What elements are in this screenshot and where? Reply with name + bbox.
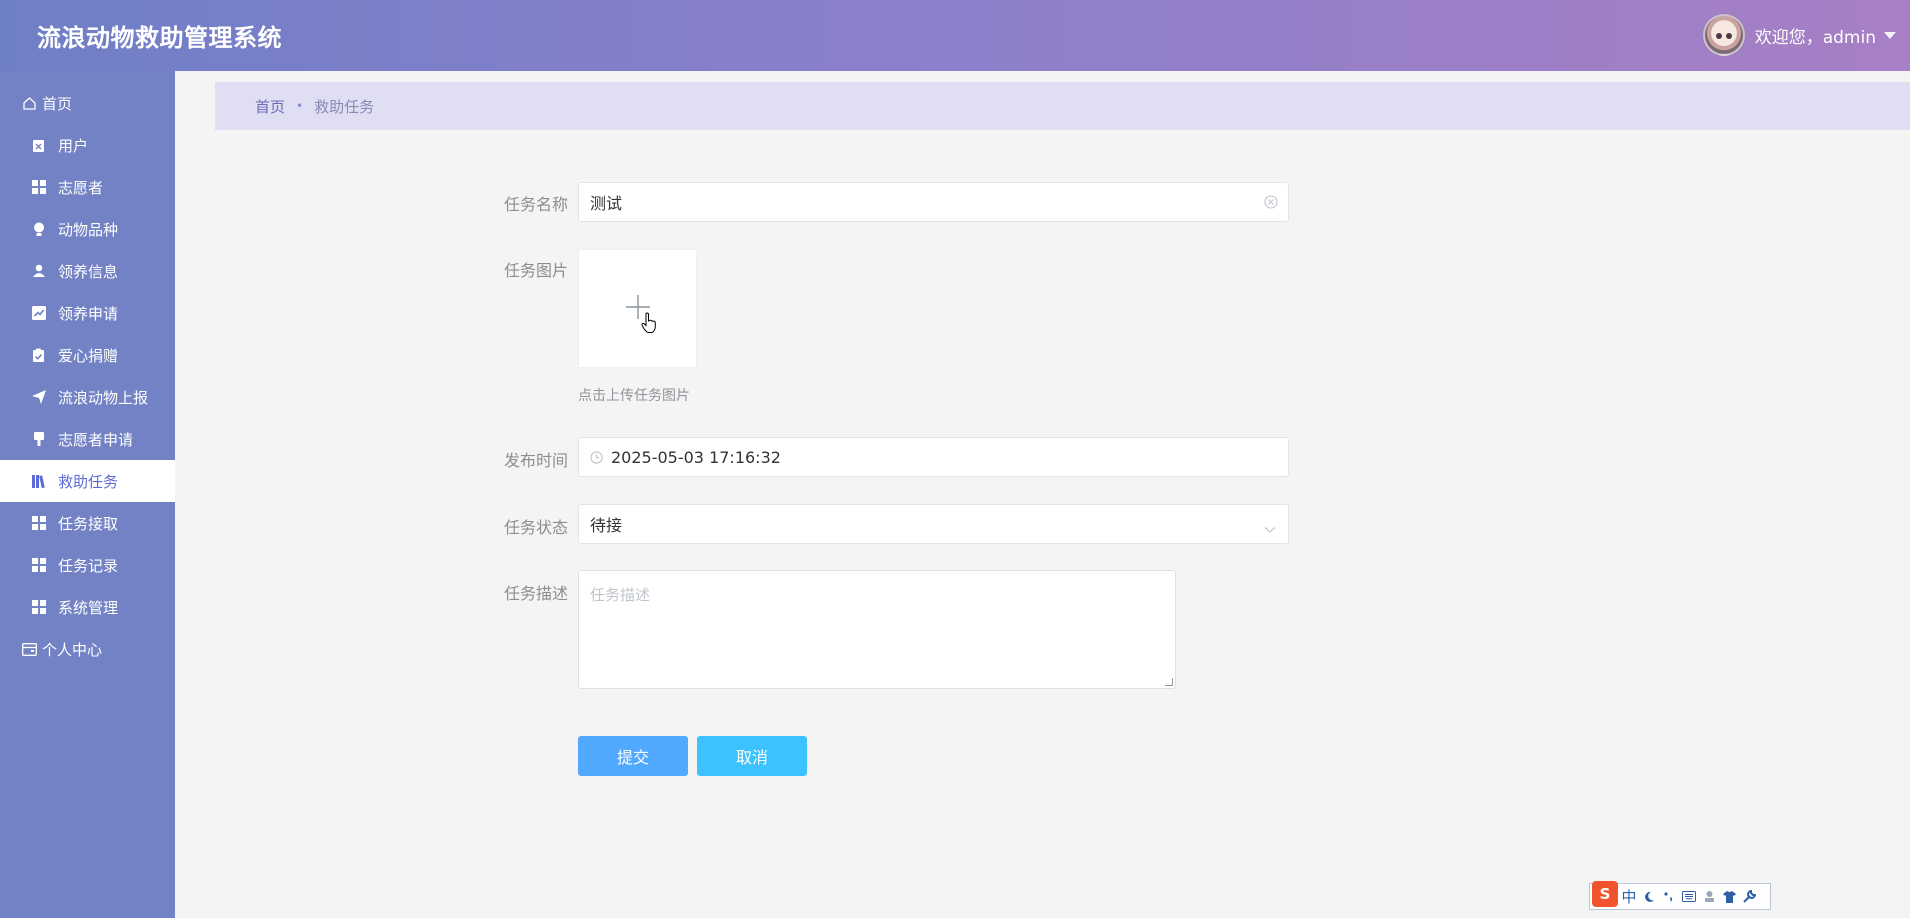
sidebar-item-volunteers[interactable]: 志愿者 bbox=[0, 166, 175, 208]
publish-time-label: 发布时间 bbox=[503, 451, 568, 470]
publish-time-picker[interactable]: 2025-05-03 17:16:32 bbox=[578, 437, 1289, 477]
keyboard-icon[interactable] bbox=[1680, 886, 1698, 908]
sidebar-item-label: 任务记录 bbox=[58, 556, 119, 575]
resize-handle[interactable] bbox=[1165, 678, 1173, 686]
grid-icon bbox=[31, 558, 46, 573]
moon-icon[interactable] bbox=[1640, 886, 1658, 908]
breadcrumb: 首页 • 救助任务 bbox=[215, 82, 1910, 130]
top-header: 流浪动物救助管理系统 欢迎您，admin bbox=[0, 0, 1910, 71]
task-desc-placeholder: 任务描述 bbox=[590, 586, 651, 604]
clock-icon bbox=[590, 450, 603, 464]
sidebar: 首页 用户 志愿者 动物品种 领养信息 领养申请 爱心捐赠 流浪动物上报 志愿者… bbox=[0, 71, 175, 918]
sidebar-item-label: 救助任务 bbox=[58, 472, 119, 491]
breadcrumb-current: 救助任务 bbox=[314, 97, 375, 116]
sidebar-item-adoption-apply[interactable]: 领养申请 bbox=[0, 292, 175, 334]
grid-icon bbox=[31, 180, 46, 195]
bulb-icon bbox=[31, 222, 46, 237]
books-icon bbox=[31, 474, 46, 489]
task-desc-label: 任务描述 bbox=[503, 584, 568, 603]
avatar[interactable] bbox=[1702, 14, 1745, 56]
sidebar-item-label: 志愿者 bbox=[58, 178, 104, 197]
publish-time-value: 2025-05-03 17:16:32 bbox=[611, 447, 781, 467]
app-title: 流浪动物救助管理系统 bbox=[37, 24, 282, 52]
sidebar-item-users[interactable]: 用户 bbox=[0, 124, 175, 166]
grid-icon bbox=[31, 600, 46, 615]
voice-icon[interactable] bbox=[1700, 886, 1718, 908]
task-name-label: 任务名称 bbox=[503, 195, 568, 214]
sidebar-item-label: 爱心捐赠 bbox=[58, 346, 119, 365]
image-upload-button[interactable] bbox=[578, 249, 697, 368]
task-name-value: 测试 bbox=[590, 194, 623, 213]
task-image-label: 任务图片 bbox=[503, 261, 568, 280]
wrench-icon[interactable] bbox=[1740, 886, 1758, 908]
submit-button[interactable]: 提交 bbox=[578, 736, 688, 776]
sidebar-item-profile[interactable]: 个人中心 bbox=[0, 628, 175, 670]
sidebar-item-label: 领养信息 bbox=[58, 262, 119, 281]
sidebar-item-adoption-info[interactable]: 领养信息 bbox=[0, 250, 175, 292]
sidebar-item-label: 首页 bbox=[42, 94, 73, 113]
sidebar-item-label: 领养申请 bbox=[58, 304, 119, 323]
caret-down-icon[interactable] bbox=[1884, 31, 1896, 39]
sidebar-item-label: 志愿者申请 bbox=[58, 430, 134, 449]
breadcrumb-home[interactable]: 首页 bbox=[255, 96, 285, 117]
task-status-select[interactable]: 待接 bbox=[578, 504, 1289, 544]
check-clipboard-icon bbox=[31, 348, 46, 363]
send-icon bbox=[31, 390, 46, 405]
hand-cursor-icon bbox=[641, 312, 657, 338]
task-desc-textarea[interactable]: 任务描述 bbox=[578, 570, 1176, 689]
wallet-icon bbox=[22, 642, 37, 657]
ime-toolbar[interactable]: S 中 bbox=[1589, 880, 1771, 910]
sidebar-item-label: 个人中心 bbox=[42, 640, 103, 659]
user-menu[interactable]: 欢迎您，admin bbox=[1702, 14, 1896, 56]
sidebar-item-rescue-tasks[interactable]: 救助任务 bbox=[0, 460, 175, 502]
sidebar-item-label: 动物品种 bbox=[58, 220, 119, 239]
sidebar-item-task-accept[interactable]: 任务接取 bbox=[0, 502, 175, 544]
breadcrumb-separator: • bbox=[296, 99, 304, 113]
brush-icon bbox=[31, 431, 46, 447]
upload-tip: 点击上传任务图片 bbox=[578, 388, 690, 404]
sidebar-item-label: 用户 bbox=[58, 136, 89, 155]
clipboard-icon bbox=[31, 138, 46, 153]
sidebar-item-donation[interactable]: 爱心捐赠 bbox=[0, 334, 175, 376]
clear-icon[interactable] bbox=[1264, 194, 1278, 213]
sidebar-item-system[interactable]: 系统管理 bbox=[0, 586, 175, 628]
sidebar-item-volunteer-apply[interactable]: 志愿者申请 bbox=[0, 418, 175, 460]
punctuation-icon[interactable] bbox=[1660, 886, 1678, 908]
cancel-button[interactable]: 取消 bbox=[697, 736, 807, 776]
sogou-logo-icon[interactable]: S bbox=[1592, 880, 1618, 907]
chevron-down-icon[interactable] bbox=[1264, 519, 1276, 538]
sidebar-item-breeds[interactable]: 动物品种 bbox=[0, 208, 175, 250]
grid-icon bbox=[31, 516, 46, 531]
sidebar-item-task-records[interactable]: 任务记录 bbox=[0, 544, 175, 586]
sidebar-item-label: 系统管理 bbox=[58, 598, 119, 617]
home-icon bbox=[22, 96, 37, 111]
sidebar-item-home[interactable]: 首页 bbox=[0, 82, 175, 124]
task-status-label: 任务状态 bbox=[503, 518, 568, 537]
task-name-input[interactable]: 测试 bbox=[578, 182, 1289, 222]
ime-mode[interactable]: 中 bbox=[1620, 886, 1638, 908]
sidebar-item-stray-report[interactable]: 流浪动物上报 bbox=[0, 376, 175, 418]
skin-icon[interactable] bbox=[1720, 886, 1738, 908]
sidebar-item-label: 任务接取 bbox=[58, 514, 119, 533]
task-status-value: 待接 bbox=[590, 516, 623, 535]
chart-icon bbox=[31, 306, 46, 321]
sidebar-item-label: 流浪动物上报 bbox=[58, 388, 149, 407]
person-icon bbox=[31, 264, 46, 279]
welcome-text[interactable]: 欢迎您，admin bbox=[1755, 23, 1876, 48]
